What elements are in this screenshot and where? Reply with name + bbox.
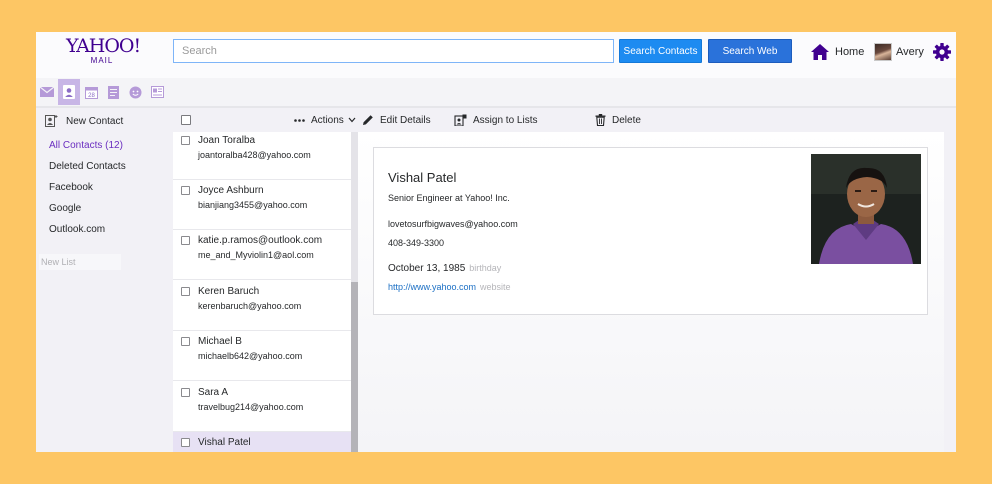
- row-checkbox[interactable]: [181, 287, 190, 296]
- list-item[interactable]: Joyce Ashburn bianjiang3455@yahoo.com: [173, 180, 351, 230]
- contact-name: Michael B: [198, 336, 242, 347]
- website-label: website: [480, 282, 511, 292]
- detail-phone[interactable]: 408-349-3300: [388, 238, 444, 248]
- search-web-button[interactable]: Search Web: [708, 39, 792, 63]
- tab-contacts[interactable]: [58, 79, 80, 105]
- contact-email: michaelb642@yahoo.com: [198, 351, 303, 361]
- sidebar: New Contact All Contacts (12) Deleted Co…: [36, 108, 173, 452]
- notepad-icon: [107, 85, 119, 99]
- chevron-down-icon: [348, 117, 356, 123]
- newsfeed-icon: [150, 86, 164, 98]
- list-item[interactable]: Keren Baruch kerenbaruch@yahoo.com: [173, 281, 351, 331]
- logo-brand: YAHOO!: [66, 35, 141, 57]
- pane-edge: [944, 108, 956, 452]
- tab-calendar[interactable]: 28: [80, 79, 102, 105]
- sidebar-item-facebook[interactable]: Facebook: [49, 182, 93, 193]
- avatar: [874, 43, 892, 61]
- user-menu[interactable]: Avery: [874, 42, 924, 62]
- row-checkbox[interactable]: [181, 186, 190, 195]
- contact-card: Vishal Patel Senior Engineer at Yahoo! I…: [373, 147, 928, 315]
- detail-job-title: Senior Engineer at Yahoo! Inc.: [388, 193, 510, 203]
- row-checkbox[interactable]: [181, 236, 190, 245]
- delete-label: Delete: [612, 114, 641, 126]
- add-contact-icon: [45, 115, 58, 127]
- contact-email: me_and_Myviolin1@aol.com: [198, 250, 314, 260]
- contacts-icon: [63, 85, 75, 99]
- list-item[interactable]: katie.p.ramos@outlook.com me_and_Myvioli…: [173, 230, 351, 280]
- scrollbar-thumb[interactable]: [351, 282, 358, 452]
- contact-photo: [811, 154, 921, 264]
- messenger-icon: [129, 86, 141, 98]
- yahoo-mail-logo[interactable]: YAHOO! MAIL: [66, 35, 141, 65]
- assign-to-lists-label: Assign to Lists: [473, 114, 538, 126]
- select-all-checkbox[interactable]: [181, 115, 191, 125]
- sidebar-item-deleted-contacts[interactable]: Deleted Contacts: [49, 161, 126, 172]
- calendar-date: 28: [88, 93, 95, 99]
- search-contacts-button[interactable]: Search Contacts: [619, 39, 702, 63]
- delete-button[interactable]: Delete: [595, 112, 641, 128]
- sidebar-item-outlook[interactable]: Outlook.com: [49, 224, 105, 235]
- toolbar: Actions Edit Details Assign to Lists Del…: [173, 108, 956, 132]
- contact-name: Vishal Patel: [198, 437, 251, 448]
- mail-icon: [40, 87, 54, 97]
- assign-to-lists-button[interactable]: Assign to Lists: [454, 112, 537, 128]
- tab-newsfeed[interactable]: [146, 79, 168, 105]
- detail-email[interactable]: lovetosurfbigwaves@yahoo.com: [388, 219, 518, 229]
- row-checkbox[interactable]: [181, 438, 190, 447]
- app-tab-strip: 28: [36, 78, 956, 106]
- trash-icon: [595, 114, 606, 126]
- contact-photo-image: [811, 154, 921, 264]
- contact-name: Joan Toralba: [198, 135, 256, 146]
- logo-sub: MAIL: [90, 56, 114, 65]
- new-contact-label: New Contact: [66, 115, 124, 127]
- sidebar-item-all-contacts[interactable]: All Contacts (12): [49, 140, 123, 151]
- more-dots-icon: [294, 118, 305, 122]
- contact-email: kerenbaruch@yahoo.com: [198, 301, 302, 311]
- detail-name: Vishal Patel: [388, 170, 457, 185]
- gear-icon[interactable]: [932, 42, 952, 62]
- website-link[interactable]: http://www.yahoo.com: [388, 282, 476, 292]
- calendar-icon: 28: [84, 86, 98, 99]
- detail-website: http://www.yahoo.com website: [388, 282, 511, 292]
- home-link[interactable]: Home: [810, 42, 864, 62]
- contact-email: travelbug214@yahoo.com: [198, 402, 304, 412]
- tab-mail[interactable]: [36, 79, 58, 105]
- edit-details-button[interactable]: Edit Details: [362, 112, 431, 128]
- tab-messenger[interactable]: [124, 79, 146, 105]
- sidebar-item-google[interactable]: Google: [49, 203, 81, 214]
- contact-list: Joan Toralba joantoralba428@yahoo.com Jo…: [173, 132, 351, 452]
- contact-email: bianjiang3455@yahoo.com: [198, 200, 308, 210]
- detail-birthday: October 13, 1985 birthday: [388, 263, 501, 274]
- mail-app-window: YAHOO! MAIL Search Contacts Search Web H…: [36, 32, 956, 452]
- header: YAHOO! MAIL Search Contacts Search Web H…: [36, 32, 956, 78]
- user-name: Avery: [896, 46, 924, 58]
- contact-name: Keren Baruch: [198, 286, 260, 297]
- birthday-label: birthday: [469, 263, 502, 273]
- home-icon: [811, 44, 829, 60]
- assign-list-icon: [454, 114, 467, 126]
- tab-notepad[interactable]: [102, 79, 124, 105]
- contact-email: joantoralba428@yahoo.com: [198, 150, 311, 160]
- new-contact-button[interactable]: New Contact: [45, 113, 123, 129]
- new-list-input[interactable]: New List: [39, 254, 121, 270]
- list-item-selected[interactable]: Vishal Patel: [173, 432, 351, 452]
- home-label: Home: [835, 46, 865, 58]
- edit-details-label: Edit Details: [380, 114, 431, 126]
- pencil-icon: [363, 115, 373, 125]
- actions-menu[interactable]: Actions: [294, 112, 356, 128]
- search-input[interactable]: [173, 39, 614, 63]
- row-checkbox[interactable]: [181, 337, 190, 346]
- list-item[interactable]: Michael B michaelb642@yahoo.com: [173, 331, 351, 381]
- contact-name: Joyce Ashburn: [198, 185, 264, 196]
- list-item[interactable]: Joan Toralba joantoralba428@yahoo.com: [173, 132, 351, 180]
- row-checkbox[interactable]: [181, 136, 190, 145]
- row-checkbox[interactable]: [181, 388, 190, 397]
- contact-name: Sara A: [198, 387, 229, 398]
- birthday-value: October 13, 1985: [388, 263, 466, 274]
- contact-name: katie.p.ramos@outlook.com: [198, 235, 323, 246]
- list-item[interactable]: Sara A travelbug214@yahoo.com: [173, 382, 351, 432]
- actions-label: Actions: [311, 114, 344, 126]
